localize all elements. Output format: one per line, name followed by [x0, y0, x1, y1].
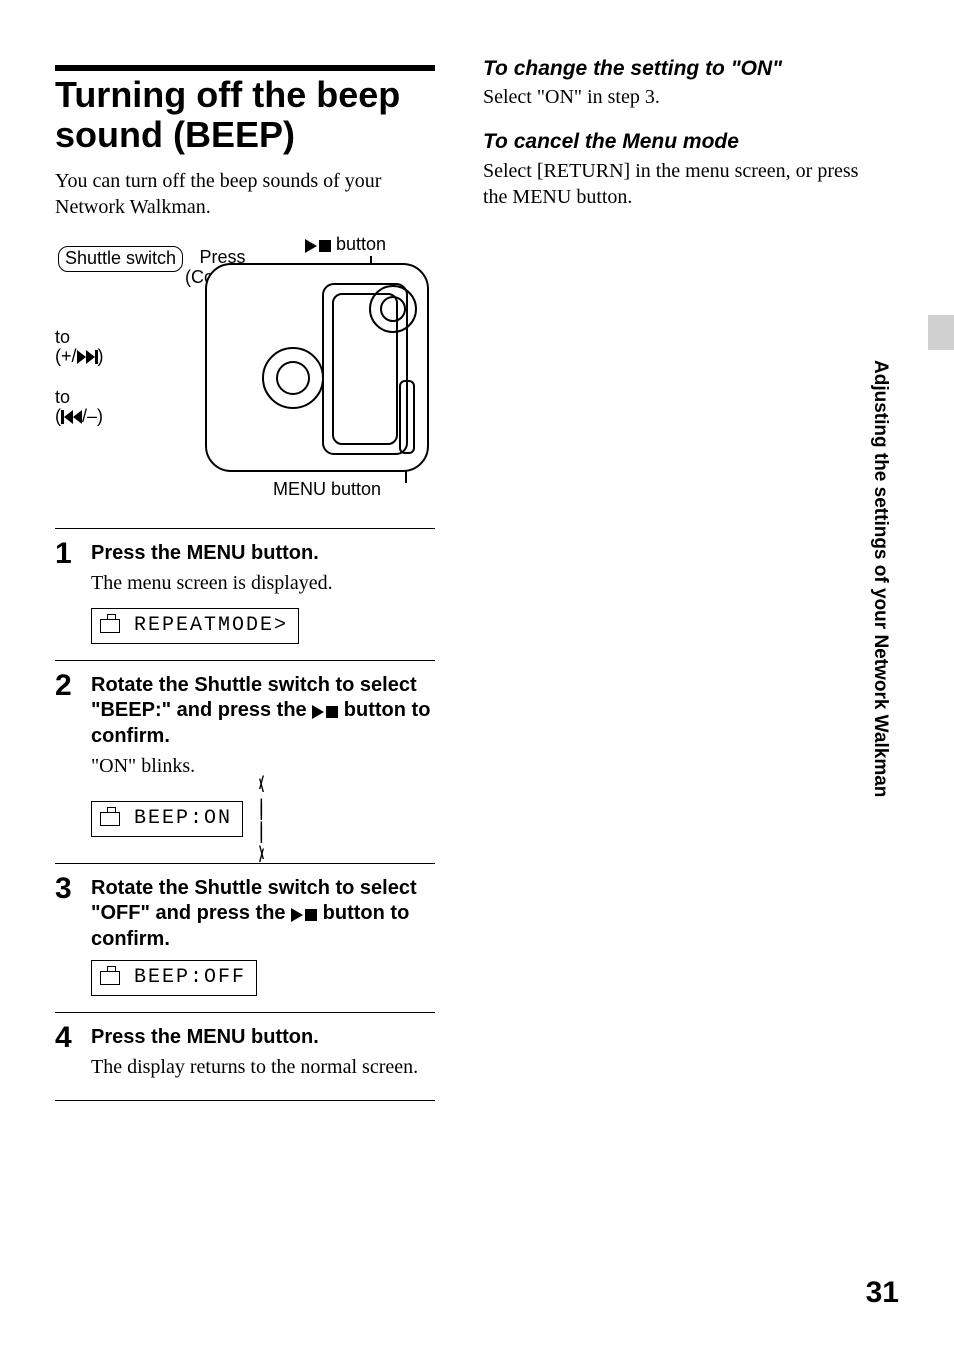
steps-end-rule	[55, 1100, 435, 1101]
shuttle-switch-label: Shuttle switch	[58, 246, 183, 271]
step-heading: Rotate the Shuttle switch to select "BEE…	[91, 673, 435, 749]
step-heading: Press the MENU button.	[91, 541, 435, 566]
play-stop-icon	[305, 234, 331, 257]
section-side-label: Adjusting the settings of your Network W…	[867, 360, 892, 797]
lcd-display: REPEATMODE>	[91, 608, 299, 644]
repeat-icon	[100, 812, 120, 826]
step-number: 3	[55, 872, 91, 1000]
step: 1 Press the MENU button. The menu screen…	[55, 528, 435, 660]
device-diagram: button Shuttle switch Press(Confirm) to(…	[55, 238, 435, 498]
left-column: Turning off the beep sound (BEEP) You ca…	[55, 55, 435, 1101]
step-subtext: The display returns to the normal screen…	[91, 1054, 435, 1080]
menu-button-label: MENU button	[273, 478, 381, 501]
step: 2 Rotate the Shuttle switch to select "B…	[55, 660, 435, 863]
shuttle-forward-label: to(+/)	[55, 328, 104, 366]
page-number: 31	[866, 1273, 899, 1312]
sub-heading: To cancel the Menu mode	[483, 128, 863, 155]
intro-text: You can turn off the beep sounds of your…	[55, 168, 435, 220]
step: 4 Press the MENU button. The display ret…	[55, 1012, 435, 1100]
repeat-icon	[100, 971, 120, 985]
repeat-icon	[100, 619, 120, 633]
step-number: 1	[55, 537, 91, 648]
step: 3 Rotate the Shuttle switch to select "O…	[55, 863, 435, 1012]
page-title: Turning off the beep sound (BEEP)	[55, 75, 435, 154]
play-stop-icon	[312, 699, 338, 724]
step-subtext: "ON" blinks.	[91, 753, 435, 779]
lcd-text: BEEP:ON	[134, 806, 232, 832]
blink-marks-icon: / | | \	[259, 772, 262, 866]
sub-paragraph: Select [RETURN] in the menu screen, or p…	[483, 158, 863, 210]
step-heading: Rotate the Shuttle switch to select "OFF…	[91, 876, 435, 952]
step-heading: Press the MENU button.	[91, 1025, 435, 1050]
side-tab	[928, 315, 954, 350]
play-stop-icon	[291, 902, 317, 927]
play-button-label: button	[305, 233, 386, 257]
lcd-display: BEEP:OFF	[91, 960, 257, 996]
step-subtext: The menu screen is displayed.	[91, 570, 435, 596]
step-number: 4	[55, 1021, 91, 1088]
shuttle-back-label: to(/–)	[55, 388, 103, 426]
lcd-text: BEEP:OFF	[134, 965, 246, 991]
device-illustration	[205, 263, 429, 472]
title-rule	[55, 65, 435, 71]
lcd-text: REPEATMODE>	[134, 613, 288, 639]
sub-heading: To change the setting to "ON"	[483, 55, 863, 82]
sub-paragraph: Select "ON" in step 3.	[483, 84, 863, 110]
right-column: To change the setting to "ON" Select "ON…	[483, 55, 863, 1101]
step-number: 2	[55, 669, 91, 851]
lcd-display: BEEP:ON	[91, 801, 243, 837]
